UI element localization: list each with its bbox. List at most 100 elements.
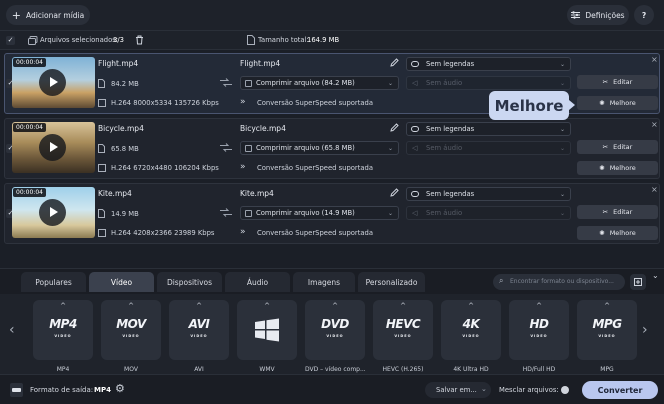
- settings-button[interactable]: Definições: [567, 5, 629, 25]
- output-file-name[interactable]: Flight.mp4: [240, 59, 280, 68]
- audio-dropdown[interactable]: ◁ Sem áudio ⌄: [406, 76, 571, 90]
- enhance-label: Melhore: [609, 229, 636, 237]
- compress-dropdown[interactable]: Comprimir arquivo (65.8 MB) ⌄: [240, 141, 399, 155]
- pencil-icon[interactable]: [390, 188, 399, 197]
- tab-populares[interactable]: Populares: [21, 272, 86, 292]
- subtitles-dropdown[interactable]: Sem legendas ⌄: [406, 187, 571, 201]
- enhance-label: Melhore: [609, 99, 636, 107]
- chevron-up-icon[interactable]: ^: [509, 302, 569, 310]
- enhance-button[interactable]: ✺ Melhore: [577, 96, 658, 110]
- video-thumbnail[interactable]: 00:00:04: [12, 122, 95, 173]
- superspeed-icon: »: [240, 227, 246, 237]
- sparkle-icon: ✺: [599, 229, 605, 237]
- subtitles-dropdown[interactable]: Sem legendas ⌄: [406, 57, 571, 71]
- close-icon[interactable]: ×: [651, 120, 658, 129]
- chevron-up-icon[interactable]: ^: [33, 302, 93, 310]
- chevron-up-icon[interactable]: ^: [237, 302, 297, 310]
- format-logo: DVD VIDEO: [321, 316, 349, 338]
- add-media-button[interactable]: + Adicionar mídia: [6, 5, 90, 25]
- subtitles-icon: [411, 61, 419, 67]
- audio-dropdown[interactable]: ◁ Sem áudio ⌄: [406, 206, 571, 220]
- close-icon[interactable]: ×: [651, 55, 658, 64]
- format-card[interactable]: ^ MP4 VIDEO MP4: [33, 300, 93, 373]
- format-label: HEVC (H.265): [382, 366, 424, 373]
- output-file-name[interactable]: Kite.mp4: [240, 189, 274, 198]
- superspeed-icon: »: [240, 97, 246, 107]
- pencil-icon[interactable]: [390, 58, 399, 67]
- tab-imagens[interactable]: Imagens: [293, 272, 355, 292]
- tab-audio[interactable]: Áudio: [225, 272, 290, 292]
- select-all-checkbox[interactable]: ✓: [6, 36, 15, 45]
- format-search-input[interactable]: ⌕ Encontrar formato ou dispositivo...: [493, 274, 625, 290]
- chevron-down-icon: ⌄: [387, 145, 393, 152]
- format-card[interactable]: ^ MOV VIDEO MOV: [101, 300, 161, 373]
- speaker-icon: ◁: [412, 209, 418, 217]
- compress-label: Comprimir arquivo (14.9 MB): [256, 209, 355, 217]
- format-card[interactable]: ^ HEVC VIDEO HEVC (H.265): [373, 300, 433, 373]
- video-codec-icon: [98, 164, 106, 172]
- convert-arrows-icon: [220, 143, 232, 152]
- tab-personalizado[interactable]: Personalizado: [358, 272, 425, 292]
- speaker-icon: ◁: [412, 79, 418, 87]
- video-thumbnail[interactable]: 00:00:04: [12, 187, 95, 238]
- output-format-label: Formato de saída:: [30, 386, 94, 394]
- video-codec-icon: [98, 229, 106, 237]
- convert-button[interactable]: Converter: [582, 381, 658, 399]
- superspeed-icon: »: [240, 162, 246, 172]
- format-card[interactable]: ^ HD VIDEO HD/Full HD: [509, 300, 569, 373]
- trash-icon[interactable]: [135, 35, 144, 45]
- subtitles-label: Sem legendas: [426, 60, 475, 68]
- play-icon[interactable]: [39, 134, 66, 161]
- subtitles-dropdown[interactable]: Sem legendas ⌄: [406, 122, 571, 136]
- chevron-up-icon[interactable]: ^: [169, 302, 229, 310]
- format-card[interactable]: ^ MPG VIDEO MPG: [577, 300, 637, 373]
- subtitles-icon: [411, 191, 419, 197]
- tab-video[interactable]: Vídeo: [89, 272, 154, 292]
- format-card[interactable]: ^ AVI VIDEO AVI: [169, 300, 229, 373]
- chevron-up-icon[interactable]: ^: [305, 302, 365, 310]
- enhance-button[interactable]: ✺ Melhore: [577, 161, 658, 175]
- edit-button[interactable]: ✂ Editar: [577, 75, 658, 89]
- edit-button[interactable]: ✂ Editar: [577, 205, 658, 219]
- output-file-name[interactable]: Bicycle.mp4: [240, 124, 286, 133]
- collapse-chevron-icon[interactable]: ⌄: [652, 271, 659, 280]
- compress-dropdown[interactable]: Comprimir arquivo (84.2 MB) ⌄: [240, 76, 399, 90]
- chevron-up-icon[interactable]: ^: [373, 302, 433, 310]
- chevron-down-icon: ⌄: [559, 191, 565, 198]
- close-icon[interactable]: ×: [651, 185, 658, 194]
- chevron-up-icon[interactable]: ^: [577, 302, 637, 310]
- output-format-thumb-icon: [10, 383, 23, 397]
- duration-badge: 00:00:04: [13, 123, 46, 132]
- sparkle-icon: ✺: [599, 99, 605, 107]
- audio-dropdown[interactable]: ◁ Sem áudio ⌄: [406, 141, 571, 155]
- add-media-label: Adicionar mídia: [25, 10, 85, 20]
- settings-label: Definições: [585, 10, 625, 20]
- pencil-icon[interactable]: [390, 123, 399, 132]
- video-thumbnail[interactable]: 00:00:04: [12, 57, 95, 108]
- chevron-up-icon[interactable]: ^: [441, 302, 501, 310]
- chevron-right-icon[interactable]: ›: [642, 322, 648, 338]
- save-to-dropdown[interactable]: Salvar em... ⌄: [425, 382, 491, 398]
- format-logo: MP4 VIDEO: [49, 316, 77, 338]
- chevron-up-icon[interactable]: ^: [101, 302, 161, 310]
- bottom-bar: Formato de saída: MP4 ⚙ Salvar em... ⌄ M…: [0, 374, 664, 404]
- edit-button[interactable]: ✂ Editar: [577, 140, 658, 154]
- enhance-button[interactable]: ✺ Melhore: [577, 226, 658, 240]
- total-size-label: Tamanho total:: [258, 36, 309, 44]
- help-button[interactable]: ?: [634, 5, 654, 25]
- format-logo: 4K VIDEO: [462, 316, 480, 338]
- format-card[interactable]: ^ 4K VIDEO 4K Ultra HD: [441, 300, 501, 373]
- chevron-left-icon[interactable]: ‹: [9, 322, 15, 338]
- compress-dropdown[interactable]: Comprimir arquivo (14.9 MB) ⌄: [240, 206, 399, 220]
- tab-dispositivos[interactable]: Dispositivos: [157, 272, 222, 292]
- export-icon: [634, 278, 642, 286]
- gear-icon[interactable]: ⚙: [115, 382, 125, 395]
- format-card[interactable]: ^ DVD VIDEO DVD – vídeo comp...: [305, 300, 366, 373]
- play-icon[interactable]: [39, 199, 66, 226]
- merge-files-toggle[interactable]: [561, 386, 569, 394]
- file-name: Bicycle.mp4: [98, 124, 144, 133]
- custom-format-button[interactable]: [630, 274, 646, 290]
- format-card[interactable]: ^ WMV: [237, 300, 297, 373]
- play-icon[interactable]: [39, 69, 66, 96]
- merge-files-label: Mesclar arquivos:: [499, 386, 559, 394]
